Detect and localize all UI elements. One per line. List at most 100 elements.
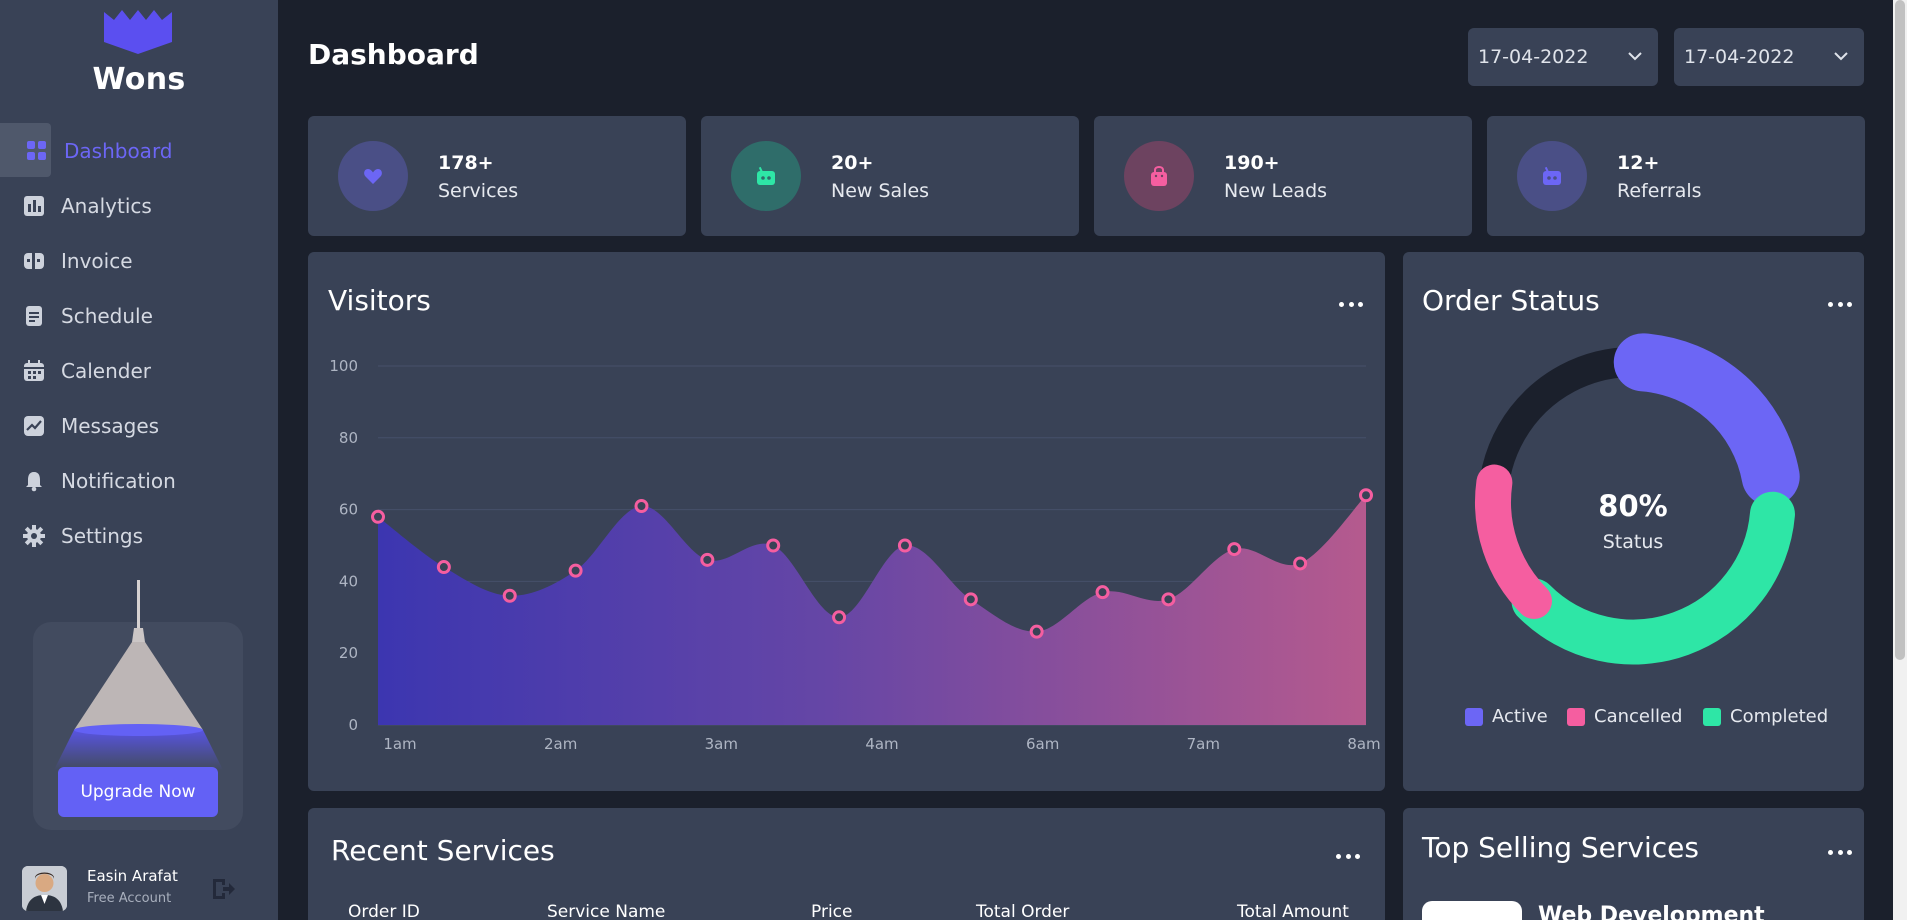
chevron-down-icon <box>1628 52 1642 61</box>
grid-icon <box>26 140 48 162</box>
sidebar-item-analytics[interactable]: Analytics <box>0 178 278 233</box>
data-point[interactable] <box>502 588 517 603</box>
visitors-panel: Visitors 0 20 40 60 80 100 1am 2am 3am 4am 6am 7am 8… <box>308 252 1385 791</box>
data-point[interactable] <box>568 563 583 578</box>
user-name: Easin Arafat <box>87 867 178 885</box>
sidebar-item-label: Settings <box>61 523 144 548</box>
stat-card-services: 178+ Services <box>308 116 686 236</box>
date-to-select[interactable]: 17-04-2022 <box>1674 28 1864 86</box>
data-point[interactable] <box>963 592 978 607</box>
legend-item-cancelled[interactable]: Cancelled <box>1567 706 1682 727</box>
stat-value: 20+ <box>831 152 874 174</box>
data-point[interactable] <box>832 610 847 625</box>
x-tick-label: 6am <box>1026 735 1059 753</box>
column-header-total-order[interactable]: Total Order <box>976 902 1069 920</box>
more-options-button[interactable] <box>1828 847 1852 857</box>
order-status-panel: Order Status 80% Status Active Cancelled… <box>1403 252 1864 791</box>
legend-item-active[interactable]: Active <box>1465 706 1548 727</box>
x-tick-label: 1am <box>383 735 416 753</box>
sidebar-item-label: Invoice <box>61 248 133 273</box>
stat-label: Services <box>438 180 519 202</box>
data-point[interactable] <box>436 560 451 575</box>
service-name[interactable]: Web Development <box>1538 903 1765 920</box>
robot-icon <box>1517 141 1587 211</box>
y-tick-label: 40 <box>339 572 358 590</box>
user-profile[interactable]: Easin Arafat Free Account <box>22 866 262 916</box>
sidebar-item-label: Notification <box>61 468 176 493</box>
page-title: Dashboard <box>308 38 479 71</box>
bar-chart-icon <box>23 195 45 217</box>
column-header-order-id[interactable]: Order ID <box>348 902 420 920</box>
stat-card-new-sales: 20+ New Sales <box>701 116 1079 236</box>
stat-value: 190+ <box>1224 152 1280 174</box>
upgrade-now-button[interactable]: Upgrade Now <box>58 767 218 817</box>
data-point[interactable] <box>766 538 781 553</box>
donut-slice-cancelled[interactable] <box>1475 464 1553 619</box>
data-point[interactable] <box>634 499 649 514</box>
sidebar-nav: Dashboard Analytics Invoice Schedule Cal… <box>0 123 278 563</box>
visitors-area-chart: 0 20 40 60 80 100 1am 2am 3am 4am 6am 7am 8am <box>329 357 1380 753</box>
calendar-icon <box>23 359 45 382</box>
data-point[interactable] <box>1293 556 1308 571</box>
legend-label: Active <box>1492 706 1548 727</box>
sidebar-item-label: Schedule <box>61 303 153 328</box>
data-point[interactable] <box>700 552 715 567</box>
stat-value: 178+ <box>438 152 494 174</box>
x-tick-label: 8am <box>1347 735 1380 753</box>
data-point[interactable] <box>1359 488 1373 503</box>
more-options-button[interactable] <box>1336 851 1360 861</box>
crown-logo-icon <box>104 10 172 54</box>
user-role: Free Account <box>87 891 172 906</box>
sidebar-item-dashboard[interactable]: Dashboard <box>0 123 278 178</box>
stat-card-new-leads: 190+ New Leads <box>1094 116 1472 236</box>
sidebar-item-label: Messages <box>61 413 160 438</box>
x-tick-label: 3am <box>705 735 738 753</box>
page-scrollbar[interactable] <box>1893 0 1907 920</box>
data-point[interactable] <box>897 538 912 553</box>
bell-icon <box>23 470 45 492</box>
logout-icon[interactable] <box>210 876 236 902</box>
panel-title: Recent Services <box>331 834 555 867</box>
x-tick-label: 7am <box>1187 735 1220 753</box>
service-thumbnail[interactable] <box>1422 901 1522 920</box>
invoice-icon <box>23 250 45 272</box>
legend-label: Cancelled <box>1594 706 1683 727</box>
sidebar-item-schedule[interactable]: Schedule <box>0 288 278 343</box>
date-from-value: 17-04-2022 <box>1478 46 1589 68</box>
date-to-value: 17-04-2022 <box>1684 46 1795 68</box>
donut-slice-active[interactable] <box>1613 333 1800 506</box>
donut-center-value: 80% <box>1598 489 1667 523</box>
sidebar: Wons Dashboard Analytics Invoice Schedul… <box>0 0 278 920</box>
data-point[interactable] <box>1029 624 1044 639</box>
sidebar-item-label: Dashboard <box>64 138 173 163</box>
heart-icon <box>338 141 408 211</box>
avatar <box>22 866 67 911</box>
scrollbar-thumb[interactable] <box>1895 0 1905 660</box>
visitors-area <box>378 495 1366 725</box>
column-header-service-name[interactable]: Service Name <box>547 902 665 920</box>
chevron-down-icon <box>1834 52 1848 61</box>
legend-item-completed[interactable]: Completed <box>1703 706 1828 727</box>
stat-label: New Leads <box>1224 180 1328 202</box>
robot-icon <box>731 141 801 211</box>
data-point[interactable] <box>1227 542 1242 557</box>
data-point[interactable] <box>1161 592 1176 607</box>
y-tick-label: 60 <box>339 501 358 519</box>
y-tick-label: 80 <box>339 429 358 447</box>
data-point[interactable] <box>1095 585 1110 600</box>
gear-icon <box>23 524 45 547</box>
date-from-select[interactable]: 17-04-2022 <box>1468 28 1658 86</box>
column-header-total-amount[interactable]: Total Amount <box>1237 902 1349 920</box>
schedule-icon <box>23 305 45 327</box>
lamp-illustration <box>54 580 223 770</box>
donut-center-label: Status <box>1603 531 1664 553</box>
sidebar-item-calender[interactable]: Calender <box>0 343 278 398</box>
stat-label: Referrals <box>1617 180 1702 202</box>
x-tick-label: 4am <box>865 735 898 753</box>
sidebar-item-messages[interactable]: Messages <box>0 398 278 453</box>
sidebar-item-notification[interactable]: Notification <box>0 453 278 508</box>
data-point[interactable] <box>371 509 385 524</box>
sidebar-item-invoice[interactable]: Invoice <box>0 233 278 288</box>
sidebar-item-settings[interactable]: Settings <box>0 508 278 563</box>
column-header-price[interactable]: Price <box>811 902 852 920</box>
